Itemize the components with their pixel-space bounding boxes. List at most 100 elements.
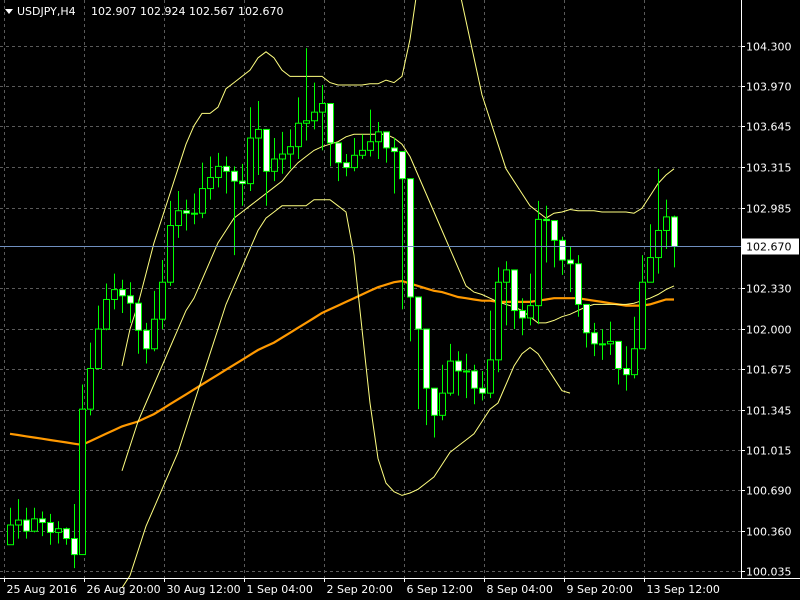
candle-body — [135, 302, 142, 331]
candle-body — [519, 310, 526, 319]
candle-body — [143, 329, 150, 350]
candle — [343, 154, 350, 177]
candle-body — [535, 218, 542, 307]
candle — [207, 156, 214, 200]
ohlc-readout: 102.907 102.924 102.567 102.670 — [91, 5, 283, 18]
candle — [63, 527, 70, 545]
candle — [143, 322, 150, 364]
candle-body — [479, 387, 486, 394]
candle — [311, 82, 318, 130]
price-axis: 104.300 103.970 103.645 103.315 102.985 102.3… — [741, 0, 792, 579]
candle — [575, 255, 582, 317]
candle-body — [391, 147, 398, 153]
candle-body — [127, 295, 134, 304]
dropdown-triangle-icon[interactable] — [5, 9, 13, 14]
candle-body — [431, 387, 438, 416]
candle — [599, 329, 606, 360]
candle-body — [255, 128, 262, 139]
candle-body — [95, 328, 102, 369]
candle-body — [183, 210, 190, 214]
time-tick-label: 9 Sep 20:00 — [567, 583, 633, 596]
candle — [471, 364, 478, 405]
candle — [31, 507, 38, 533]
price-tick-label: 101.675 — [746, 364, 792, 377]
candle-body — [615, 340, 622, 369]
candle-body — [591, 332, 598, 345]
candle-body — [351, 154, 358, 169]
candle-body — [271, 158, 278, 172]
candle — [87, 342, 94, 416]
candle — [111, 273, 118, 310]
candle — [647, 224, 654, 283]
candle — [591, 322, 598, 357]
candle — [295, 97, 302, 159]
candle — [247, 107, 254, 192]
candle-body — [319, 103, 326, 113]
candle-body — [279, 153, 286, 160]
candle-body — [167, 225, 174, 283]
candle — [391, 138, 398, 194]
candle-body — [631, 348, 638, 376]
candle — [23, 507, 30, 539]
candle — [287, 129, 294, 169]
candle — [415, 296, 422, 410]
candle — [503, 261, 510, 326]
candle — [455, 351, 462, 396]
candle-body — [647, 257, 654, 283]
candle-body — [639, 281, 646, 350]
candle-body — [47, 522, 54, 533]
price-tick-label: 102.330 — [746, 283, 792, 296]
candle — [559, 236, 566, 275]
candle-body — [207, 176, 214, 190]
candle-body — [551, 220, 558, 241]
candle-body — [335, 142, 342, 164]
candle — [79, 384, 86, 556]
candle — [231, 166, 238, 256]
candle-body — [39, 518, 46, 524]
candle — [639, 255, 646, 350]
candle-body — [399, 151, 406, 180]
indicator-lines — [9, 0, 675, 589]
candle-body — [295, 122, 302, 148]
candle — [535, 200, 542, 325]
price-tick-label: 101.345 — [746, 405, 792, 418]
candle-body — [311, 111, 318, 122]
candle — [567, 246, 574, 293]
candle-body — [55, 528, 62, 533]
price-tick-label: 103.315 — [746, 162, 792, 175]
candle-body — [31, 518, 38, 532]
price-tick-label: 100.360 — [746, 526, 792, 539]
candle-body — [567, 259, 574, 265]
time-tick-label: 25 Aug 2016 — [7, 583, 77, 596]
candle — [223, 156, 230, 194]
price-tick-label: 103.645 — [746, 121, 792, 134]
candle — [327, 103, 334, 167]
candle — [183, 199, 190, 231]
price-chart[interactable]: 102.670 104.300 103.970 103.645 103.315 102.… — [0, 0, 800, 600]
candle — [447, 343, 454, 396]
candle-body — [159, 281, 166, 320]
candle — [15, 499, 22, 539]
candle-body — [655, 229, 662, 259]
candle-body — [343, 162, 350, 169]
candle-body — [71, 538, 78, 556]
candle — [271, 138, 278, 182]
time-tick-label: 8 Sep 04:00 — [487, 583, 553, 596]
candle-body — [455, 360, 462, 372]
candle — [543, 205, 550, 263]
candle-body — [119, 289, 126, 297]
candle-body — [215, 165, 222, 178]
candle-body — [79, 408, 86, 556]
candle — [463, 353, 470, 399]
candle — [103, 283, 110, 331]
candle — [407, 178, 414, 342]
candle — [431, 387, 438, 438]
candle — [623, 346, 630, 391]
price-tick-label: 104.300 — [746, 41, 792, 54]
candle — [215, 152, 222, 188]
candle — [511, 269, 518, 330]
candle-body — [63, 528, 70, 540]
price-tick-label: 102.000 — [746, 324, 792, 337]
band-lower-line — [121, 199, 571, 589]
candle — [47, 513, 54, 545]
